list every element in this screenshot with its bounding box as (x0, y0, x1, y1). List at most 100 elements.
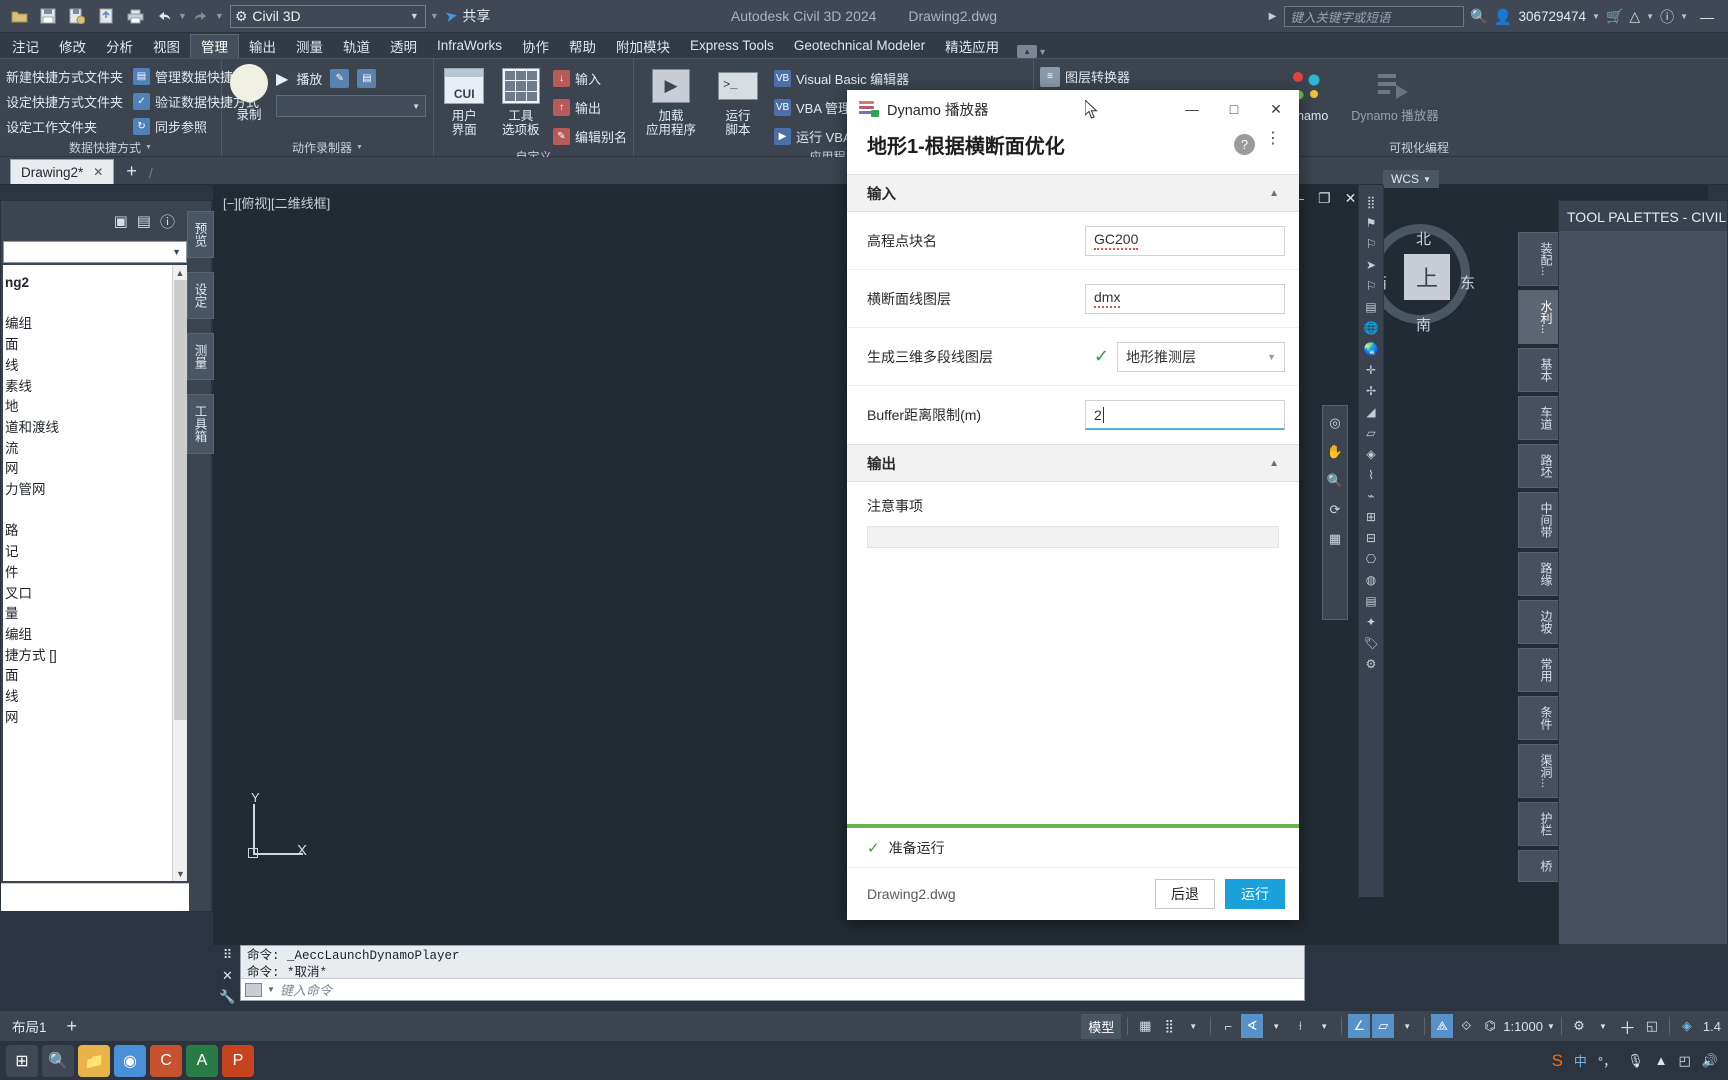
autodesk-icon[interactable]: △ (1629, 8, 1640, 25)
workspace-selector[interactable]: ⚙ Civil 3D ▼ (229, 4, 426, 28)
isolate-objects-icon[interactable]: ＋ (1616, 1014, 1639, 1038)
help-icon[interactable]: ⓘ (1660, 7, 1674, 27)
play-icon[interactable]: ▶ (276, 69, 288, 89)
toolspace-preview-icon[interactable]: ▤ (137, 212, 151, 230)
ribbon-tab-8[interactable]: 透明 (380, 34, 427, 58)
tray-expand-icon[interactable]: ▲ (1655, 1053, 1668, 1068)
ribbon-tab-11[interactable]: 帮助 (559, 34, 606, 58)
dynamo-input-section-header[interactable]: 输入 ▲ (847, 174, 1299, 212)
print-icon[interactable] (122, 3, 148, 29)
back-button[interactable]: 后退 (1155, 879, 1215, 909)
chevron-down-icon[interactable]: ▼ (1423, 175, 1431, 184)
user-interface-button[interactable]: CUI 用户 界面 (440, 64, 488, 138)
edit-alias-button[interactable]: ✎ 编辑别名 (552, 125, 627, 148)
chevron-down-icon[interactable]: ▼ (172, 247, 181, 257)
panel-expand-icon[interactable]: ▼ (145, 144, 152, 151)
checkmark-icon[interactable]: ✓ (1094, 346, 1109, 367)
windows-start-icon[interactable]: ⊞ (6, 1044, 38, 1077)
assembly-icon[interactable]: ⊟ (1366, 531, 1376, 545)
buffer-distance-input[interactable]: 2 (1085, 400, 1285, 430)
file-explorer-icon[interactable]: 📁 (78, 1044, 110, 1077)
chevron-down-icon[interactable]: ▼ (267, 985, 275, 994)
ribbon-tab-6[interactable]: 测量 (286, 34, 333, 58)
tree-item[interactable]: 记 (3, 542, 187, 563)
chrome-icon[interactable]: ◉ (114, 1044, 146, 1077)
scroll-down-icon[interactable]: ▼ (173, 866, 187, 881)
viewport-label[interactable]: [−][俯视][二维线框] (223, 193, 330, 212)
dynamo-minimize-button[interactable]: — (1171, 90, 1213, 128)
selection-cycling-icon[interactable]: ⌬ (1479, 1014, 1501, 1038)
ribbon-collapse-icon[interactable]: ▲ (1017, 45, 1038, 58)
snap-dropdown-icon[interactable]: ▼ (1182, 1014, 1204, 1038)
undo-icon[interactable] (151, 3, 177, 29)
tree-item[interactable]: 流 (3, 439, 187, 460)
tree-item[interactable]: 捷方式 [] (3, 646, 187, 667)
kebab-menu-icon[interactable]: ⋮ (1265, 131, 1281, 146)
share-button[interactable]: ➤ 共享 (443, 6, 490, 26)
record-icon[interactable] (230, 64, 268, 102)
new-shortcut-folder-button[interactable]: 新建快捷方式文件夹 (6, 65, 123, 88)
ucs-icon-button[interactable]: ▱ (1372, 1014, 1395, 1038)
workspace-settings-dropdown-icon[interactable]: ▼ (1592, 1014, 1614, 1038)
chevron-down-icon[interactable]: ▼ (412, 102, 420, 111)
ribbon-tab-9[interactable]: InfraWorks (427, 34, 512, 58)
marker-icon[interactable]: ⚐ (1366, 279, 1377, 293)
tree-item[interactable]: 件 (3, 563, 187, 584)
app-c-icon[interactable]: C (150, 1044, 182, 1077)
pipe-network-icon[interactable]: ⎔ (1366, 552, 1376, 566)
dynamic-ucs-icon[interactable]: ⟁ (1431, 1014, 1454, 1038)
tool-palette-tab-6[interactable]: 路缘 (1518, 552, 1558, 597)
layout-tab-1[interactable]: 布局1 (0, 1016, 59, 1036)
window-minimize-button[interactable]: — (1694, 9, 1720, 25)
tree-item[interactable] (3, 501, 187, 522)
tree-item[interactable]: 力管网 (3, 480, 187, 501)
network-icon[interactable]: ◰ (1679, 1053, 1691, 1069)
document-tab-drawing2[interactable]: Drawing2* ✕ (10, 159, 115, 184)
add-layout-button[interactable]: + (59, 1016, 86, 1037)
grip-handle-icon[interactable]: ⣿ (1367, 195, 1376, 209)
ime-chinese-icon[interactable]: 中 (1574, 1051, 1587, 1070)
tree-item[interactable]: 编组 (3, 625, 187, 646)
surface-icon[interactable]: ◢ (1366, 405, 1375, 419)
command-line[interactable]: 命令: _AeccLaunchDynamoPlayer 命令: *取消* ▼ 键… (240, 945, 1305, 1001)
polyline-layer-select[interactable]: 地形推测层 ▼ (1117, 341, 1285, 372)
tool-palette-tab-10[interactable]: 渠洞... (1518, 744, 1558, 799)
tool-palette-tab-4[interactable]: 路坯 (1518, 444, 1558, 489)
redo-icon[interactable] (188, 3, 214, 29)
elevation-block-name-input[interactable]: GC200 (1085, 225, 1285, 256)
view-cube-north[interactable]: 北 (1416, 228, 1431, 249)
export-icon[interactable] (93, 3, 119, 29)
toolspace-filter-combo[interactable]: ▼ (3, 241, 187, 263)
tool-palette-tab-11[interactable]: 护栏 (1518, 802, 1558, 847)
section-icon[interactable]: ▤ (1365, 594, 1376, 608)
dynamo-close-button[interactable]: ✕ (1255, 90, 1297, 128)
chevron-up-icon[interactable]: ▲ (1269, 188, 1279, 199)
wcs-selector[interactable]: WCS ▼ (1383, 170, 1439, 188)
globe-surface-icon[interactable]: 🌐 (1364, 321, 1379, 335)
tree-item[interactable] (3, 294, 187, 315)
ribbon-tab-13[interactable]: Express Tools (680, 34, 784, 58)
tree-item[interactable]: 地 (3, 397, 187, 418)
tool-palette-tab-9[interactable]: 条件 (1518, 696, 1558, 741)
set-shortcut-folder-button[interactable]: 设定快捷方式文件夹 (6, 90, 123, 113)
label-icon[interactable]: 🏷 (1363, 636, 1378, 650)
globe-icon[interactable]: 🌏 (1364, 342, 1379, 356)
close-icon[interactable]: ✕ (93, 165, 103, 179)
search-expand-icon[interactable]: ▶ (1269, 11, 1277, 22)
powerpoint-icon[interactable]: P (222, 1044, 254, 1077)
tool-palette-tab-12[interactable]: 桥 (1518, 850, 1558, 883)
ribbon-tab-3[interactable]: 视图 (143, 34, 190, 58)
polar-dropdown-icon[interactable]: ▼ (1265, 1014, 1287, 1038)
visual-basic-editor-button[interactable]: VB Visual Basic 编辑器 (774, 67, 909, 90)
full-navigation-wheel-icon[interactable]: ◎ (1329, 415, 1340, 431)
command-line-close-icon[interactable]: ✕ (222, 968, 233, 984)
osnap-dropdown-icon[interactable]: ▼ (1313, 1014, 1335, 1038)
tree-item[interactable]: 道和渡线 (3, 418, 187, 439)
settings-icon[interactable]: ⚙ (1366, 657, 1377, 671)
ribbon-tab-manage[interactable]: 管理 (190, 34, 239, 58)
dynamo-player-button[interactable]: Dynamo 播放器 (1350, 64, 1440, 123)
ortho-mode-icon[interactable]: ⌐ (1217, 1014, 1239, 1038)
ribbon-tab-0[interactable]: 注记 (2, 34, 49, 58)
search-taskbar-icon[interactable]: 🔍 (42, 1044, 74, 1077)
model-space-button[interactable]: 模型 (1081, 1013, 1122, 1039)
